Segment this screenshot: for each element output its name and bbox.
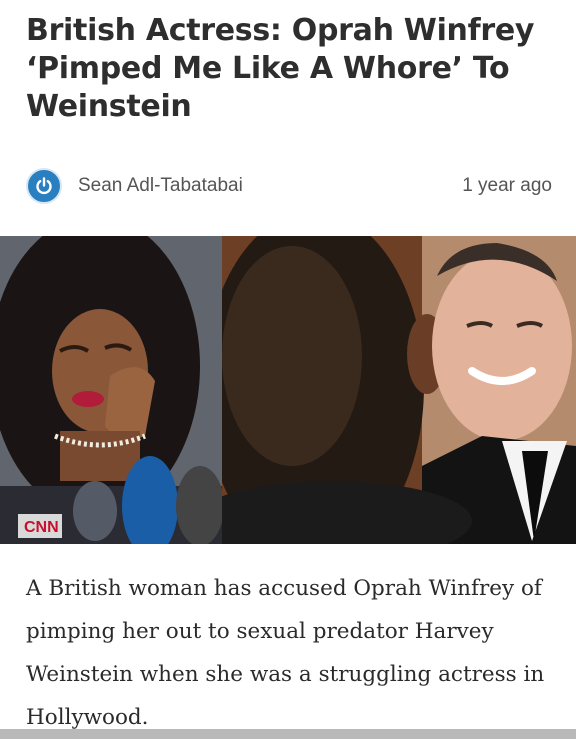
publish-time: 1 year ago: [462, 175, 552, 196]
photo-oprah-weinstein: [222, 236, 576, 544]
article-photo: CNN: [0, 236, 576, 544]
bottom-divider: [0, 729, 576, 739]
cnn-logo: CNN: [24, 519, 59, 536]
author-name[interactable]: Sean Adl-Tabatabai: [78, 175, 243, 197]
article-body: A British woman has accused Oprah Winfre…: [26, 576, 545, 730]
author-info[interactable]: Sean Adl-Tabatabai: [26, 168, 243, 204]
article-headline: British Actress: Oprah Winfrey ‘Pimped M…: [26, 13, 535, 124]
byline: Sean Adl-Tabatabai 1 year ago: [26, 168, 552, 204]
photo-woman-crying: CNN: [0, 236, 222, 544]
power-icon[interactable]: [26, 168, 62, 204]
